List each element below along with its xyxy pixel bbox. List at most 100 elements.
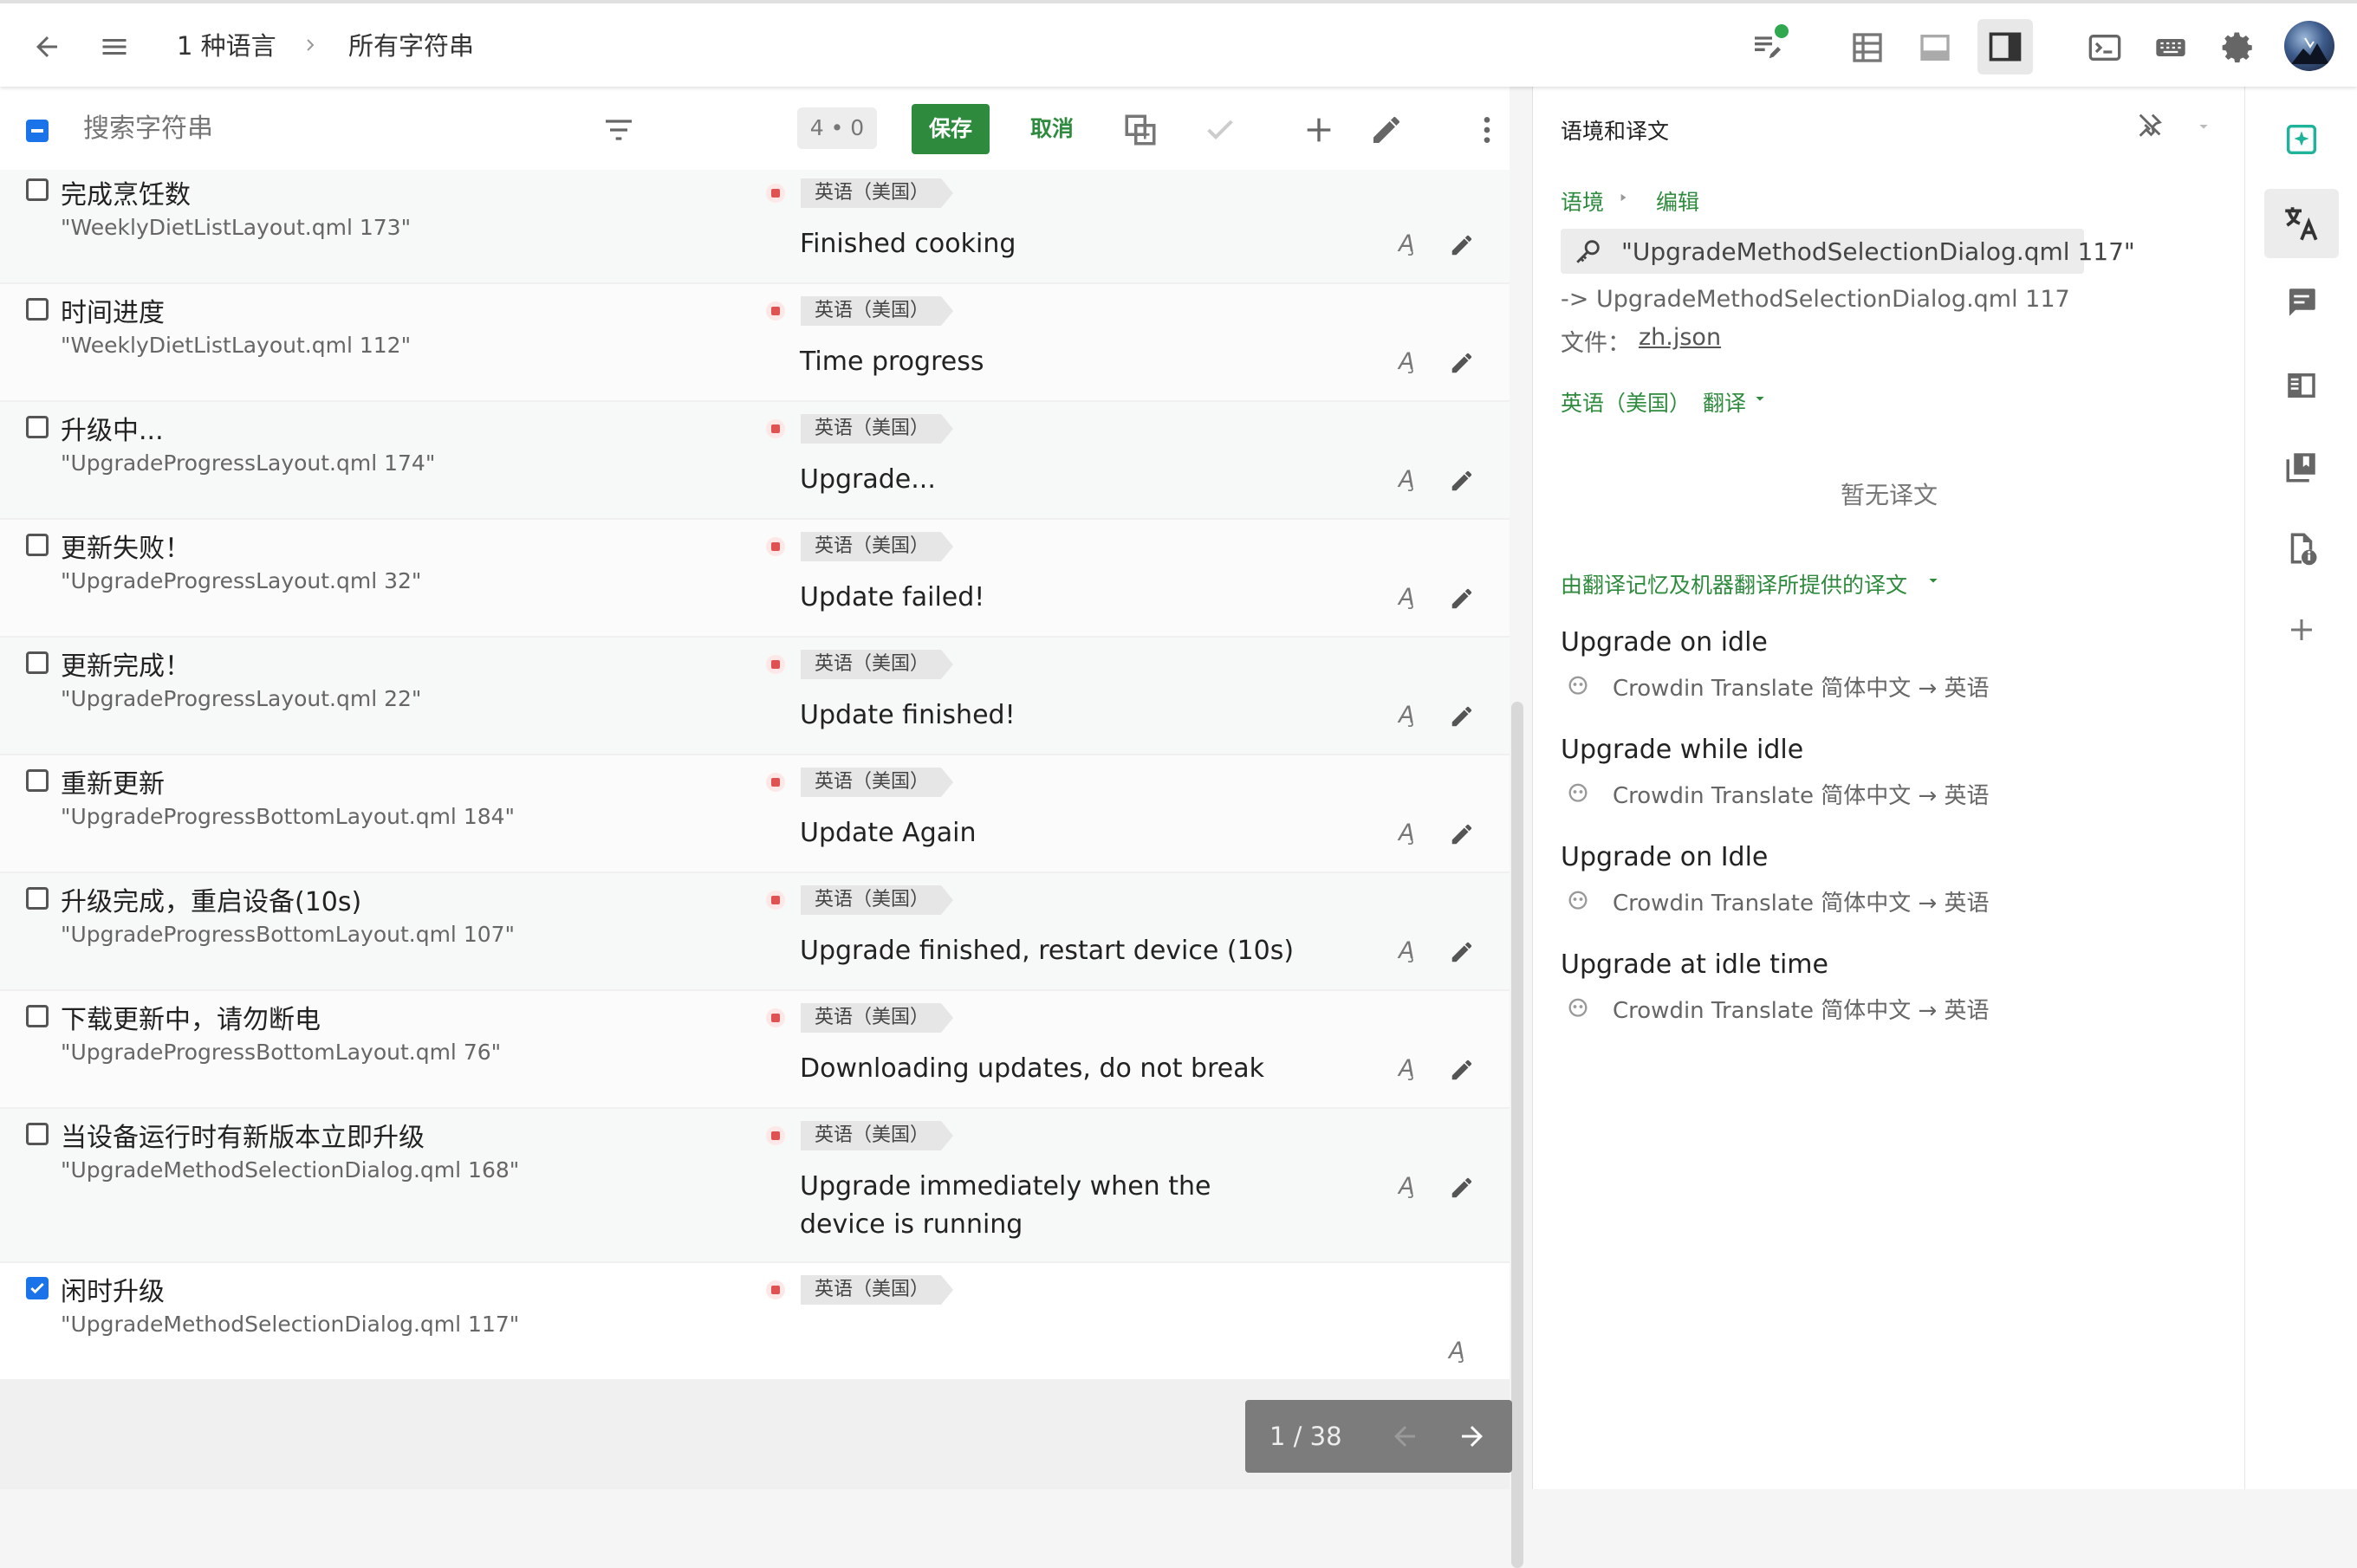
table-row[interactable]: 更新完成！ "UpgradeProgressLayout.qml 22" 英语（…: [0, 638, 1510, 754]
edit-list-icon[interactable]: [1745, 24, 1790, 69]
terminal-icon[interactable]: [2083, 26, 2126, 69]
glossary-icon[interactable]: [2278, 362, 2325, 409]
file-link[interactable]: zh.json: [1639, 324, 1721, 351]
table-view-icon[interactable]: [1846, 26, 1889, 69]
edit-pencil-icon[interactable]: [1449, 1175, 1475, 1201]
robot-icon: [1568, 783, 1588, 802]
edit-pencil-icon[interactable]: [1449, 939, 1475, 965]
translation-text[interactable]: Time progress: [800, 343, 1354, 381]
edit-pencil-icon[interactable]: [1449, 586, 1475, 612]
dropdown-caret-icon[interactable]: [2193, 116, 2214, 137]
suggestion-item[interactable]: Upgrade on idle Crowdin Translate 简体中文 →…: [1533, 620, 2245, 716]
table-row[interactable]: 升级完成，重启设备(10s) "UpgradeProgressBottomLay…: [0, 873, 1510, 989]
edit-pencil-icon[interactable]: [1449, 468, 1475, 494]
translation-text[interactable]: Update failed!: [800, 579, 1354, 617]
breadcrumb-languages[interactable]: 1 种语言: [177, 26, 276, 62]
context-link[interactable]: 语境: [1561, 185, 1604, 217]
translation-text[interactable]: Upgrade finished, restart device (10s): [800, 932, 1354, 970]
context-text: "UpgradeProgressBottomLayout.qml 76": [61, 1040, 502, 1065]
language-label[interactable]: 英语（美国）: [1561, 386, 1691, 418]
table-row[interactable]: 时间进度 "WeeklyDietListLayout.qml 112" 英语（美…: [0, 284, 1510, 400]
translation-text[interactable]: Update Again: [800, 814, 1354, 852]
source-text: 闲时升级: [61, 1277, 165, 1307]
translation-dropdown[interactable]: 翻译: [1703, 386, 1746, 418]
next-page-arrow-icon[interactable]: [1453, 1417, 1491, 1455]
dropdown-caret-icon[interactable]: [1751, 390, 1769, 407]
spellcheck-icon[interactable]: A̧: [1399, 230, 1414, 257]
edit-link[interactable]: 编辑: [1656, 185, 1699, 217]
back-arrow-icon[interactable]: [28, 28, 66, 66]
dropdown-caret-icon[interactable]: [1925, 572, 1942, 589]
unpin-icon[interactable]: [2131, 106, 2169, 144]
spellcheck-icon[interactable]: A̧: [1399, 820, 1414, 846]
suggestion-item[interactable]: Upgrade while idle Crowdin Translate 简体中…: [1533, 728, 2245, 823]
add-icon[interactable]: [2280, 608, 2323, 651]
row-checkbox[interactable]: [26, 178, 49, 201]
gear-icon[interactable]: [2217, 26, 2260, 69]
menu-icon[interactable]: [94, 28, 135, 66]
spellcheck-icon[interactable]: A̧: [1399, 466, 1414, 493]
row-checkbox[interactable]: [26, 534, 49, 556]
copy-source-icon[interactable]: [1118, 107, 1163, 152]
table-row[interactable]: 升级中... "UpgradeProgressLayout.qml 174" 英…: [0, 402, 1510, 518]
approve-check-icon[interactable]: [1198, 107, 1243, 152]
spellcheck-icon[interactable]: A̧: [1399, 348, 1414, 375]
edit-pencil-icon[interactable]: [1449, 350, 1475, 376]
row-checkbox[interactable]: [26, 887, 49, 910]
tm-mt-header[interactable]: 由翻译记忆及机器翻译所提供的译文: [1561, 568, 1907, 599]
search-input[interactable]: [83, 106, 568, 151]
table-row[interactable]: 重新更新 "UpgradeProgressBottomLayout.qml 18…: [0, 755, 1510, 871]
table-row[interactable]: 当设备运行时有新版本立即升级 "UpgradeMethodSelectionDi…: [0, 1109, 1510, 1261]
filter-icon[interactable]: [598, 109, 640, 151]
side-panel-view-icon[interactable]: [1977, 19, 2033, 75]
file-info-icon[interactable]: [2278, 525, 2325, 572]
translation-text[interactable]: Upgrade immediately when the device is r…: [800, 1168, 1285, 1244]
avatar[interactable]: [2284, 21, 2334, 71]
translation-memory-icon[interactable]: [2278, 444, 2325, 490]
status-indicator-icon: [766, 773, 785, 792]
translation-text[interactable]: Finished cooking: [800, 225, 1354, 263]
comments-icon[interactable]: [2278, 279, 2325, 326]
table-row[interactable]: 完成烹饪数 "WeeklyDietListLayout.qml 173" 英语（…: [0, 170, 1510, 282]
translation-text[interactable]: Update finished!: [800, 697, 1354, 735]
row-checkbox[interactable]: [26, 1123, 49, 1145]
keyboard-icon[interactable]: [2149, 26, 2192, 69]
table-row[interactable]: 更新失败！ "UpgradeProgressLayout.qml 32" 英语（…: [0, 520, 1510, 636]
row-checkbox[interactable]: [26, 416, 49, 438]
suggestion-item[interactable]: Upgrade on Idle Crowdin Translate 简体中文 →…: [1533, 835, 2245, 930]
row-checkbox[interactable]: [26, 651, 49, 674]
edit-pencil-icon[interactable]: [1449, 821, 1475, 847]
context-panel: 语境和译文 语境 编辑 "UpgradeMethodSelectionDialo…: [1532, 87, 2244, 1489]
save-button[interactable]: 保存: [912, 104, 990, 154]
spellcheck-icon[interactable]: A̧: [1399, 702, 1414, 729]
prev-page-arrow-icon[interactable]: [1386, 1417, 1424, 1455]
bottom-panel-view-icon[interactable]: [1913, 26, 1957, 69]
key-chip[interactable]: "UpgradeMethodSelectionDialog.qml 117": [1561, 229, 2135, 274]
edit-pencil-icon[interactable]: [1449, 232, 1475, 258]
ai-assistant-icon[interactable]: [2275, 113, 2328, 166]
row-checkbox[interactable]: [26, 1277, 49, 1299]
translation-text[interactable]: Downloading updates, do not break: [800, 1050, 1354, 1088]
breadcrumb-all-strings[interactable]: 所有字符串: [348, 26, 474, 62]
row-checkbox[interactable]: [26, 298, 49, 321]
more-vertical-icon[interactable]: [1464, 107, 1510, 152]
suggestion-item[interactable]: Upgrade at idle time Crowdin Translate 简…: [1533, 943, 2245, 1038]
translation-text[interactable]: Upgrade...: [800, 461, 1354, 499]
table-row[interactable]: 下载更新中，请勿断电 "UpgradeProgressBottomLayout.…: [0, 991, 1510, 1107]
scrollbar[interactable]: [1511, 702, 1523, 1568]
translate-icon[interactable]: [2264, 189, 2339, 258]
spellcheck-icon[interactable]: A̧: [1399, 1055, 1414, 1082]
spellcheck-icon[interactable]: A̧: [1399, 1173, 1414, 1200]
edit-pencil-icon[interactable]: [1449, 1057, 1475, 1083]
spellcheck-icon[interactable]: A̧: [1449, 1338, 1464, 1364]
cancel-button[interactable]: 取消: [1017, 104, 1087, 154]
add-icon[interactable]: [1296, 107, 1341, 152]
row-checkbox[interactable]: [26, 1005, 49, 1027]
table-row[interactable]: 闲时升级 "UpgradeMethodSelectionDialog.qml 1…: [0, 1263, 1510, 1379]
spellcheck-icon[interactable]: A̧: [1399, 937, 1414, 964]
select-all-checkbox[interactable]: [26, 120, 49, 142]
edit-pencil-icon[interactable]: [1449, 703, 1475, 729]
edit-pencil-icon[interactable]: [1364, 107, 1409, 152]
spellcheck-icon[interactable]: A̧: [1399, 584, 1414, 611]
row-checkbox[interactable]: [26, 769, 49, 792]
